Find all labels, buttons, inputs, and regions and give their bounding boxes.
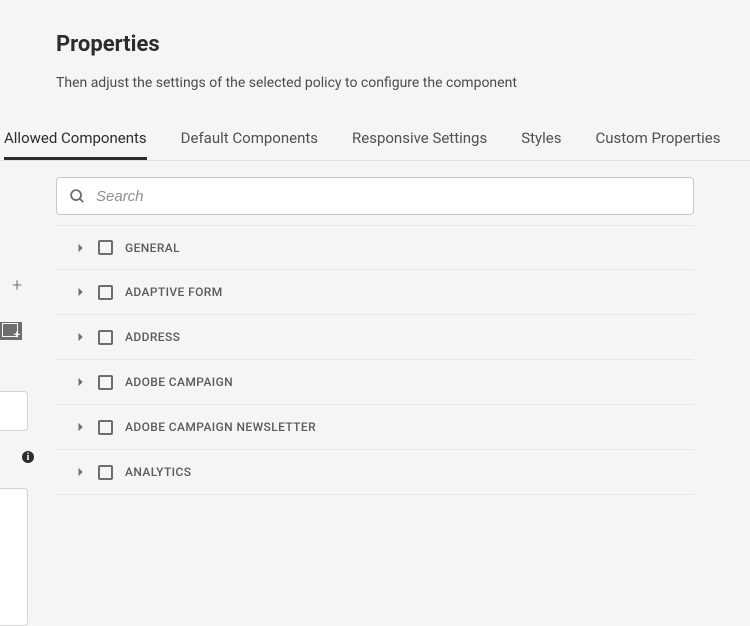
group-label: GENERAL bbox=[125, 241, 180, 255]
tab-custom-properties[interactable]: Custom Properties bbox=[596, 117, 721, 159]
chevron-right-icon bbox=[76, 332, 86, 342]
group-label: ANALYTICS bbox=[125, 465, 191, 479]
page-title: Properties bbox=[56, 32, 750, 57]
properties-header: Properties Then adjust the settings of t… bbox=[0, 0, 750, 115]
group-label: ADDRESS bbox=[125, 330, 180, 344]
checkbox[interactable] bbox=[98, 420, 113, 435]
group-row-general[interactable]: GENERAL bbox=[56, 225, 694, 270]
chevron-right-icon bbox=[76, 422, 86, 432]
checkbox[interactable] bbox=[98, 330, 113, 345]
checkbox[interactable] bbox=[98, 285, 113, 300]
group-row-adobe-campaign[interactable]: ADOBE CAMPAIGN bbox=[56, 360, 694, 405]
chevron-right-icon bbox=[76, 377, 86, 387]
tab-default-components[interactable]: Default Components bbox=[181, 117, 318, 159]
checkbox[interactable] bbox=[98, 465, 113, 480]
group-label: ADOBE CAMPAIGN NEWSLETTER bbox=[125, 420, 316, 434]
search-input[interactable] bbox=[96, 188, 681, 205]
tab-allowed-components[interactable]: Allowed Components bbox=[4, 117, 147, 159]
cropped-panel-2 bbox=[0, 488, 28, 626]
group-row-address[interactable]: ADDRESS bbox=[56, 315, 694, 360]
allowed-components-panel: GENERAL ADAPTIVE FORM ADDRESS ADOBE CAMP… bbox=[0, 161, 750, 495]
chevron-right-icon bbox=[76, 287, 86, 297]
tab-styles[interactable]: Styles bbox=[521, 117, 561, 159]
search-icon bbox=[69, 188, 86, 205]
checkbox[interactable] bbox=[98, 375, 113, 390]
group-label: ADOBE CAMPAIGN bbox=[125, 375, 233, 389]
group-label: ADAPTIVE FORM bbox=[125, 285, 223, 299]
tab-responsive-settings[interactable]: Responsive Settings bbox=[352, 117, 487, 159]
group-row-adobe-campaign-newsletter[interactable]: ADOBE CAMPAIGN NEWSLETTER bbox=[56, 405, 694, 450]
tabs-row: Allowed Components Default Components Re… bbox=[0, 115, 750, 161]
chevron-right-icon bbox=[76, 467, 86, 477]
search-field-wrap[interactable] bbox=[56, 177, 694, 215]
group-row-analytics[interactable]: ANALYTICS bbox=[56, 450, 694, 495]
page-subtitle: Then adjust the settings of the selected… bbox=[56, 75, 750, 91]
chevron-right-icon bbox=[76, 243, 86, 253]
checkbox[interactable] bbox=[98, 240, 113, 255]
group-row-adaptive-form[interactable]: ADAPTIVE FORM bbox=[56, 270, 694, 315]
component-group-list: GENERAL ADAPTIVE FORM ADDRESS ADOBE CAMP… bbox=[56, 225, 694, 495]
